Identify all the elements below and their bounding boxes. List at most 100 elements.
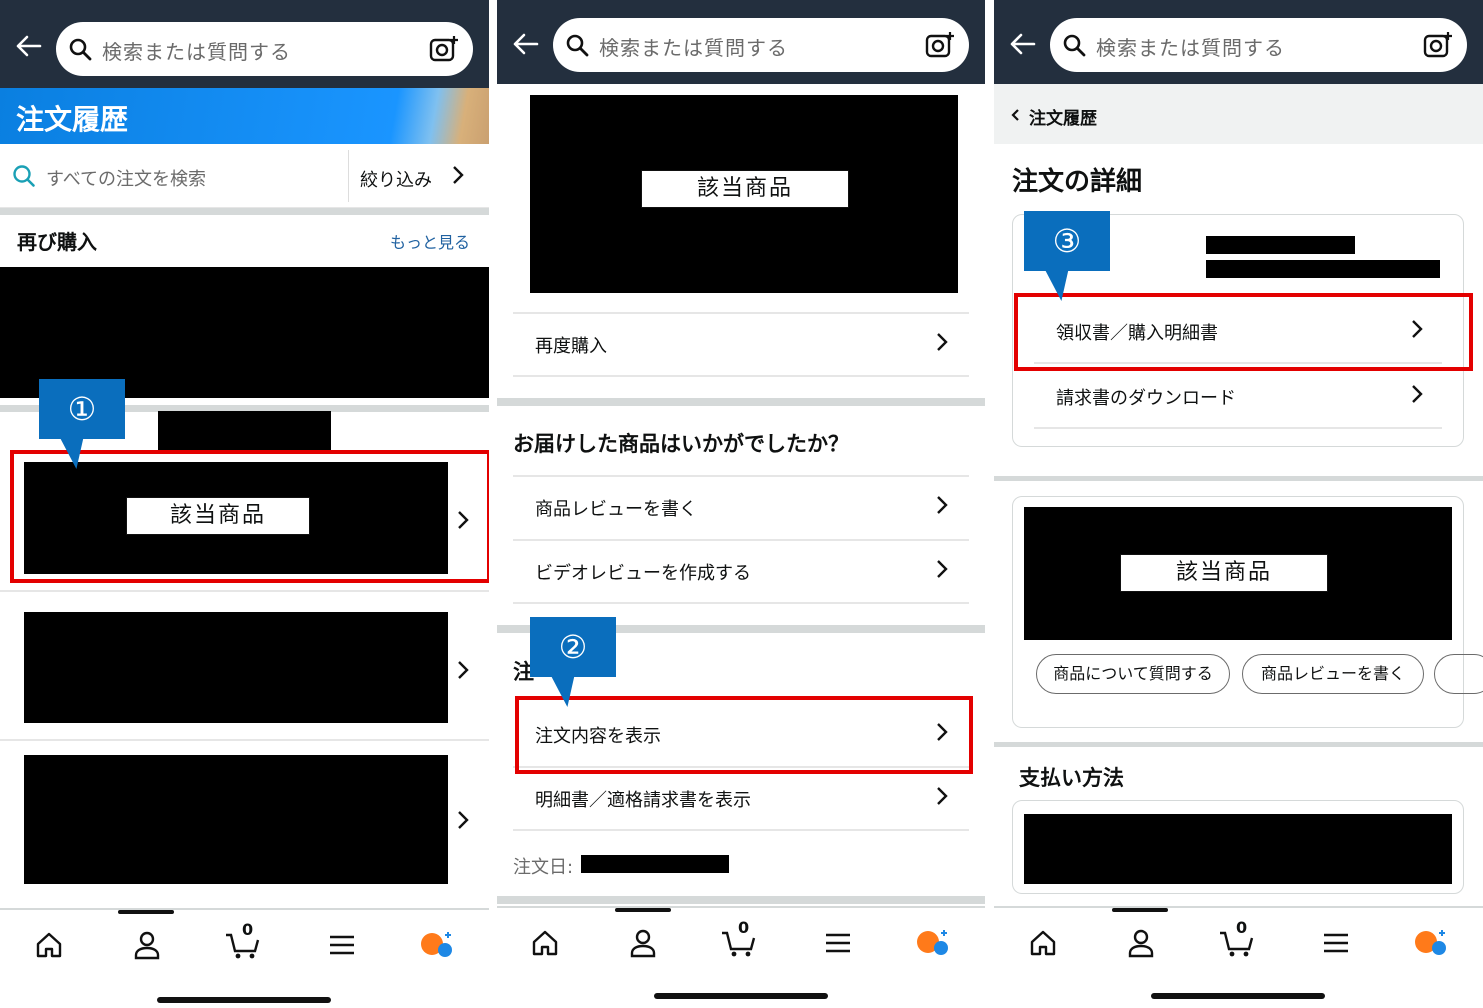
search-placeholder: 検索または質問する [1096,36,1285,60]
payment-method-heading: 支払い方法 [1019,766,1124,790]
page-title: 注文の詳細 [1012,167,1143,197]
menu-icon[interactable] [823,928,853,958]
panel-order-history: 検索または質問する 注文履歴 すべての注文を検索 絞り込み 再び購入 もっと見る… [0,0,489,1008]
home-icon[interactable] [34,930,64,960]
account-icon[interactable] [1126,928,1156,958]
filter-button[interactable]: 絞り込み [360,166,432,192]
step-callout-3: ③ [1024,211,1110,301]
write-review-row[interactable]: 商品レビューを書く [535,495,697,521]
buy-again-row[interactable]: 再度購入 [535,332,607,358]
step-callout-number: ③ [1052,222,1082,260]
order-info-redacted [1206,236,1355,254]
order-item-redacted[interactable] [24,612,448,723]
home-indicator [1151,993,1325,999]
row-divider [1034,427,1442,429]
search-bar[interactable]: 検索または質問する [553,18,969,72]
assistant-icon[interactable] [1414,928,1448,958]
order-date-redacted [581,855,729,873]
home-indicator [157,997,331,1003]
camera-search-icon[interactable] [429,34,459,64]
row-divider [513,602,969,604]
target-item-label: 該当商品 [1120,554,1328,592]
page-title: 注文履歴 [16,103,129,136]
video-review-row[interactable]: ビデオレビューを作成する [535,559,751,585]
section-divider [0,208,489,215]
row-divider [513,539,969,541]
filter-chevron-icon [453,166,464,184]
cart-count: 0 [738,918,750,937]
search-placeholder: 検索または質問する [102,40,291,64]
highlight-box-3 [1014,293,1473,371]
search-bar[interactable]: 検索または質問する [56,22,473,76]
order-search-input[interactable]: すべての注文を検索 [46,165,206,191]
write-review-button[interactable]: 商品レビューを書く [1242,654,1424,694]
order-item-redacted[interactable] [24,755,448,884]
home-icon[interactable] [1028,928,1058,958]
step-callout-number: ① [67,390,97,428]
row-divider [0,739,489,741]
account-icon[interactable] [132,930,162,960]
cart-count: 0 [242,920,254,939]
highlight-box-1 [10,450,489,583]
bottom-nav: 0 [497,906,985,1006]
search-filter-divider [348,150,349,202]
order-search-icon [13,165,35,187]
camera-search-icon[interactable] [1423,30,1453,60]
active-tab-indicator [615,908,671,912]
step-callout-2: ② [530,617,616,707]
panel-order-details: 検索または質問する 注文履歴 注文の詳細 領収書／購入明細書 請求書のダウンロー… [994,0,1483,1008]
app-header: 検索または質問する [497,0,985,84]
chevron-right-icon [1412,385,1423,403]
invoice-download-row[interactable]: 請求書のダウンロード [1056,384,1236,410]
chevron-right-icon [937,560,948,578]
cart-count: 0 [1236,918,1248,937]
chevron-right-icon [937,496,948,514]
back-arrow-icon[interactable] [511,32,539,56]
search-icon [1063,34,1086,57]
section-divider [994,742,1483,747]
section-divider [497,896,985,904]
chevron-right-icon [937,787,948,805]
order-item-chevron-icon [458,811,469,829]
bottom-nav: 0 [0,908,489,1008]
menu-icon[interactable] [327,930,357,960]
more-actions-button-partial[interactable] [1434,654,1483,694]
row-divider [0,590,489,592]
menu-icon[interactable] [1321,928,1351,958]
active-tab-indicator [118,910,174,914]
payment-info-redacted [1024,814,1452,884]
section-divider [497,398,985,406]
camera-search-icon[interactable] [925,30,955,60]
order-search-row: すべての注文を検索 絞り込み [0,144,489,208]
home-icon[interactable] [530,928,560,958]
breadcrumb-label: 注文履歴 [1029,109,1097,129]
target-item-label: 該当商品 [641,170,849,208]
order-header-redacted [158,411,331,451]
search-icon [566,34,589,57]
active-tab-indicator [1112,908,1168,912]
step-callout-number: ② [558,628,588,666]
step-callout-1: ① [39,379,125,469]
see-more-link[interactable]: もっと見る [390,229,470,253]
breadcrumb[interactable]: 注文履歴 [994,84,1483,144]
row-divider [513,829,969,831]
page-title-bar: 注文履歴 [0,88,489,144]
assistant-icon[interactable] [916,928,950,958]
back-arrow-icon[interactable] [14,34,42,58]
account-icon[interactable] [628,928,658,958]
app-header: 検索または質問する [0,0,489,88]
app-header: 検索または質問する [994,0,1483,84]
order-date-label: 注文日: [513,857,574,878]
bottom-nav: 0 [994,906,1483,1006]
row-divider [513,375,969,377]
search-icon [69,38,92,61]
row-divider [513,312,969,314]
chevron-right-icon [937,333,948,351]
view-invoice-row[interactable]: 明細書／適格請求書を表示 [535,786,751,812]
assistant-icon[interactable] [420,930,454,960]
search-placeholder: 検索または質問する [599,36,788,60]
ask-question-button[interactable]: 商品について質問する [1036,654,1230,694]
back-arrow-icon[interactable] [1008,32,1036,56]
search-bar[interactable]: 検索または質問する [1050,18,1467,72]
row-divider [513,475,969,477]
